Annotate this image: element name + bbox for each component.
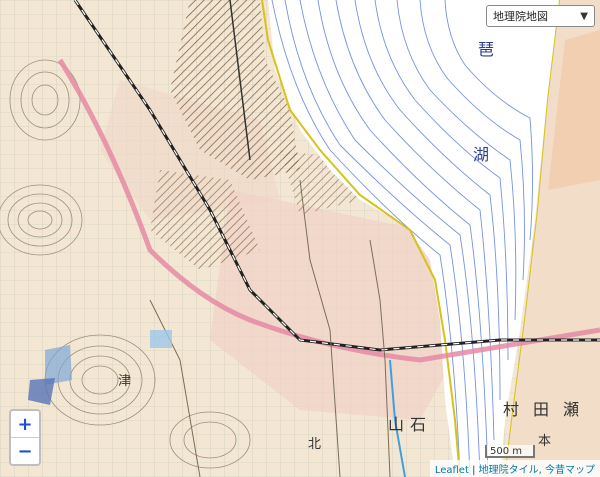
- attribution-separator: |: [472, 465, 476, 476]
- place-label-4: 村: [503, 400, 519, 419]
- tiles-attribution-link[interactable]: 地理院タイル, 今昔マップ: [479, 465, 595, 476]
- place-label-5: 田: [533, 400, 549, 419]
- scale-bar: 500 m: [485, 445, 535, 458]
- layer-select-value: 地理院地図: [493, 10, 548, 23]
- place-label-8: 北: [308, 437, 321, 452]
- place-label-3: 山: [388, 415, 404, 434]
- zoom-in-button[interactable]: +: [11, 411, 39, 437]
- map-tiles: 琶 湖 本 石 山 村 田 瀬 津 北: [0, 0, 600, 477]
- place-label-1: 本: [538, 434, 551, 449]
- place-label-7: 津: [118, 374, 131, 389]
- lake-label-2: 湖: [473, 145, 489, 164]
- chevron-down-icon: ▼: [580, 10, 588, 22]
- zoom-out-button[interactable]: −: [11, 437, 39, 464]
- map-canvas[interactable]: 琶 湖 本 石 山 村 田 瀬 津 北: [0, 0, 600, 477]
- place-label-6: 瀬: [563, 400, 579, 419]
- leaflet-link[interactable]: Leaflet: [435, 465, 469, 476]
- attribution: Leaflet | 地理院タイル, 今昔マップ: [429, 460, 600, 477]
- layer-select[interactable]: 地理院地図 ▼: [486, 5, 595, 27]
- place-label-2: 石: [410, 415, 426, 434]
- lake-label-1: 琶: [478, 40, 494, 59]
- zoom-control: + −: [9, 409, 41, 466]
